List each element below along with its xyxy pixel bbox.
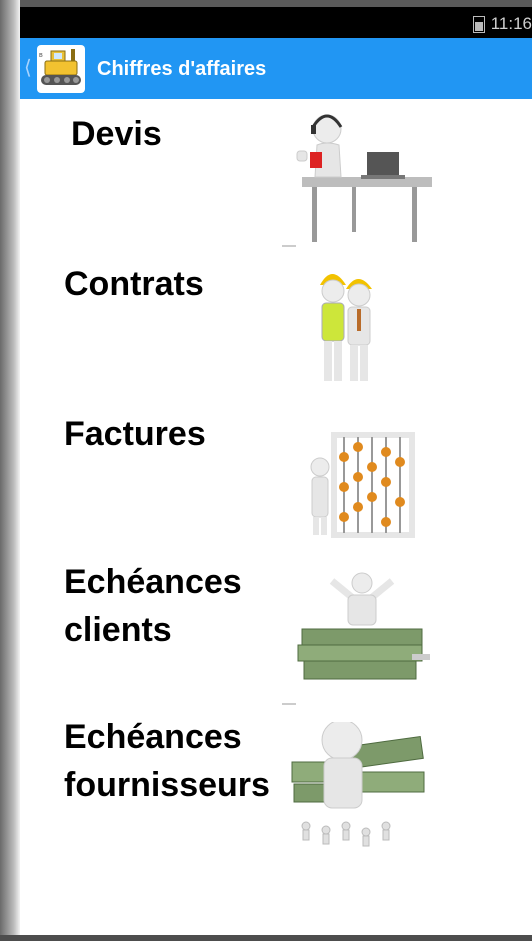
menu-item-devis[interactable]: Devis: [20, 99, 532, 249]
app-bar: ⟨ ʙ Chiffres d'affaires: [20, 38, 532, 99]
abacus-icon: [282, 427, 442, 567]
menu-item-echeances-clients[interactable]: Echéances clients: [20, 557, 532, 707]
menu-item-factures[interactable]: Factures: [20, 407, 532, 557]
battery-icon: [472, 15, 485, 33]
bulldozer-icon: ʙ: [39, 49, 81, 85]
app-screen: 11:16 ⟨ ʙ Chiffres d'affaires Devis Cont…: [20, 7, 532, 935]
svg-text:ʙ: ʙ: [39, 52, 43, 59]
status-time: 11:16: [490, 14, 532, 33]
menu-item-label: Devis: [71, 115, 162, 153]
menu-item-echeances-fournisseurs[interactable]: Echéances fournisseurs: [20, 712, 532, 862]
menu-item-label-line2: fournisseurs: [64, 766, 270, 804]
back-icon[interactable]: ⟨: [24, 58, 32, 78]
app-logo[interactable]: ʙ: [37, 45, 85, 93]
construction-workers-icon: [282, 257, 442, 397]
device-frame-bottom: [0, 935, 532, 941]
money-crowd-icon: [282, 719, 442, 862]
menu-item-label: Factures: [64, 415, 206, 453]
menu-item-contrats[interactable]: Contrats: [20, 257, 532, 407]
status-right: 11:16: [472, 14, 532, 34]
status-bar: 11:16: [20, 7, 532, 38]
menu-item-label-line1: Echéances: [64, 563, 242, 601]
device-frame-left: [0, 0, 20, 941]
menu-item-label-line1: Echéances: [64, 718, 242, 756]
money-stack-icon: [282, 569, 442, 709]
app-title: Chiffres d'affaires: [97, 58, 267, 80]
support-desk-icon: [282, 107, 442, 247]
menu-item-label-line2: clients: [64, 611, 172, 649]
menu-item-label: Contrats: [64, 265, 204, 303]
